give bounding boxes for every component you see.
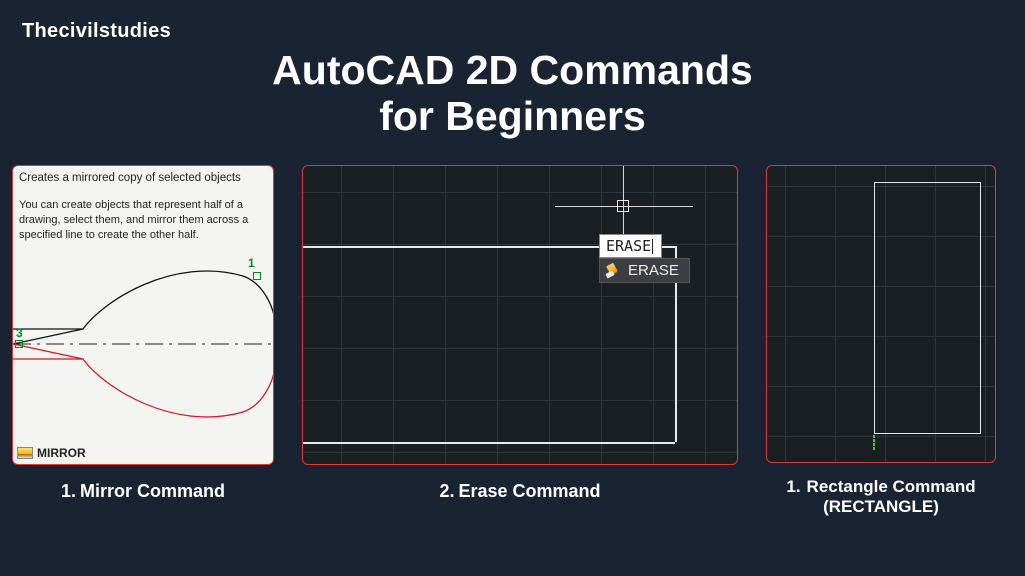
panels-row: Creates a mirrored copy of selected obje… [12,165,1025,518]
mirror-panel: Creates a mirrored copy of selected obje… [12,165,274,465]
mirror-column: Creates a mirrored copy of selected obje… [12,165,274,502]
text-cursor-icon [652,239,653,254]
rectangle-column: 1. Rectangle Command (RECTANGLE) [766,165,996,518]
erase-caption-text: Erase Command [458,481,600,501]
mirror-point-1-marker [253,272,261,280]
mirror-caption-num: 1. [61,481,76,501]
erase-caption: 2.Erase Command [439,481,600,502]
erase-typed-text: ERASE [606,237,651,255]
mirror-caption: 1.Mirror Command [61,481,225,502]
mirror-footer: MIRROR [17,446,86,460]
mirror-point-1-label: 1 [248,256,255,270]
rectangle-snap-marker [869,434,879,452]
erase-column: ERASE ERASE 2.Erase Command [302,165,738,502]
mirror-command-icon [17,447,33,459]
mirror-caption-text: Mirror Command [80,481,225,501]
rectangle-caption-num: 1. [786,477,800,496]
rectangle-caption-line1: Rectangle Command [807,477,976,496]
mirror-footer-label: MIRROR [37,446,86,460]
erase-autocomplete-item[interactable]: ERASE [599,258,690,283]
brand-label: Thecivilstudies [22,20,171,43]
erase-grid [303,166,737,464]
rectangle-panel [766,165,996,463]
rectangle-caption-line2: (RECTANGLE) [786,497,975,517]
erase-line-horizontal-bottom [303,442,675,444]
erase-panel: ERASE ERASE [302,165,738,465]
erase-cursor-pickbox [617,200,629,212]
eraser-icon [606,264,622,278]
rectangle-shape [874,182,981,434]
mirror-tooltip-title: Creates a mirrored copy of selected obje… [19,172,241,184]
rectangle-caption: 1. Rectangle Command (RECTANGLE) [786,477,975,518]
title-line-2: for Beginners [0,94,1025,140]
mirror-point-3-label: 3 [16,326,23,340]
mirror-point-3-marker [15,340,23,348]
mirror-diagram [13,251,274,436]
erase-dropdown-label: ERASE [628,262,679,279]
title-line-1: AutoCAD 2D Commands [0,48,1025,94]
erase-command-input[interactable]: ERASE [599,234,662,258]
page-title: AutoCAD 2D Commands for Beginners [0,48,1025,140]
mirror-tooltip-body: You can create objects that represent ha… [19,198,273,243]
erase-caption-num: 2. [439,481,454,501]
